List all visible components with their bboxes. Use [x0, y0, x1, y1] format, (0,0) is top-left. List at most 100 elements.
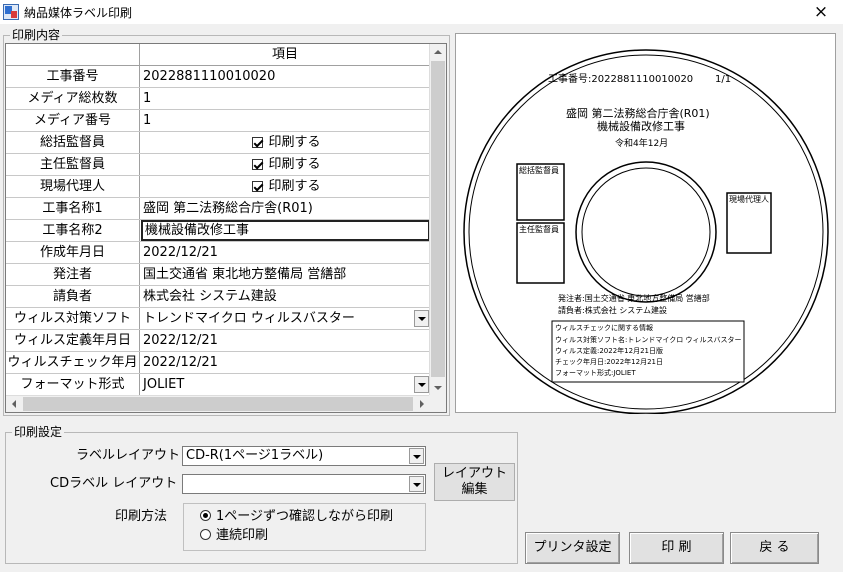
preview-check-date: チェック年月日:2022年12月21日 [555, 358, 663, 366]
table-row: メディア総枚数 1 [6, 88, 430, 110]
grid-horizontal-scrollbar[interactable] [6, 395, 430, 412]
label-layout-select[interactable]: CD-R(1ページ1ラベル) [182, 446, 426, 466]
cd-label-layout-select[interactable] [182, 474, 426, 494]
scroll-left-arrow-icon[interactable] [6, 396, 23, 412]
disc-hub-ring [575, 161, 717, 303]
radio-option-continuous[interactable]: 連続印刷 [200, 527, 268, 545]
layout-edit-line2: 編集 [461, 482, 488, 497]
row-label: ウィルスチェック年月 [6, 352, 140, 373]
printer-setup-button[interactable]: プリンタ設定 [525, 532, 620, 564]
layout-edit-button[interactable]: レイアウト 編集 [434, 463, 515, 501]
label-layout-value: CD-R(1ページ1ラベル) [186, 448, 324, 463]
row-label: メディア総枚数 [6, 88, 140, 109]
grid-header: 項目 [6, 44, 430, 66]
row-label: 発注者 [6, 264, 140, 285]
vertical-scroll-thumb[interactable] [431, 61, 445, 377]
preview-orderer: 発注者:国土交通省 東北地方整備局 営繕部 [558, 294, 710, 303]
row-value-cell[interactable]: 2022/12/21 [141, 352, 430, 373]
table-row: 現場代理人 印刷する [6, 176, 430, 198]
chevron-down-icon[interactable] [409, 448, 424, 464]
checkbox-checked-icon[interactable] [252, 159, 264, 170]
row-label: フォーマット形式 [6, 374, 140, 395]
preview-name2: 機械設備改修工事 [597, 120, 685, 133]
preview-contractor: 請負者:株式会社 システム建設 [558, 306, 667, 315]
layout-edit-line1: レイアウト [441, 466, 507, 481]
row-value-cell[interactable]: 機械設備改修工事 [141, 220, 430, 241]
row-checkbox-cell[interactable]: 印刷する [141, 132, 430, 153]
app-icon [3, 4, 19, 20]
row-label: 総括監督員 [6, 132, 140, 153]
cd-label-layout-label: CDラベル レイアウト [50, 476, 178, 491]
preview-page: 1/1 [715, 74, 732, 85]
preview-box-sokatsu-label: 総括監督員 [519, 166, 559, 175]
radio-option-confirm-each-label: 1ページずつ確認しながら印刷 [216, 509, 394, 524]
print-button[interactable]: 印 刷 [629, 532, 724, 564]
table-row: ウィルス対策ソフト トレンドマイクロ ウィルスバスター [6, 308, 430, 330]
table-row: 請負者 株式会社 システム建設 [6, 286, 430, 308]
horizontal-scroll-thumb[interactable] [23, 397, 413, 411]
table-row: 作成年月日 2022/12/21 [6, 242, 430, 264]
chevron-down-icon[interactable] [414, 310, 429, 327]
radio-selected-icon[interactable] [200, 510, 211, 521]
row-label: 作成年月日 [6, 242, 140, 263]
table-row: 工事名称1 盛岡 第二法務総合庁舎(R01) [6, 198, 430, 220]
scroll-down-arrow-icon[interactable] [430, 379, 446, 396]
preview-format: フォーマット形式:JOLIET [555, 369, 636, 377]
row-label: 請負者 [6, 286, 140, 307]
chevron-down-icon[interactable] [414, 376, 429, 393]
table-row: 工事番号 2022881110010020 [6, 66, 430, 88]
disc-hub-ring-inner [581, 167, 711, 297]
row-label: メディア番号 [6, 110, 140, 131]
row-value-cell[interactable]: 盛岡 第二法務総合庁舎(R01) [141, 198, 430, 219]
checkbox-checked-icon[interactable] [252, 137, 264, 148]
chevron-down-icon[interactable] [409, 476, 424, 492]
grid-vertical-scrollbar[interactable] [429, 44, 446, 396]
row-value-cell[interactable]: 1 [141, 88, 430, 109]
window-title: 納品媒体ラベル印刷 [24, 6, 133, 20]
table-row: ウィルスチェック年月 2022/12/21 [6, 352, 430, 374]
grid-header-corner [6, 44, 140, 65]
grid-body: 工事番号 2022881110010020 メディア総枚数 1 メディア番号 1 総括監督員… [6, 66, 430, 396]
row-value-cell[interactable]: 国土交通省 東北地方整備局 営繕部 [141, 264, 430, 285]
row-label: ウィルス定義年月日 [6, 330, 140, 351]
preview-virus-def: ウィルス定義:2022年12月21日版 [555, 347, 663, 355]
row-checkbox-cell[interactable]: 印刷する [141, 154, 430, 175]
row-value-cell[interactable]: 2022/12/21 [141, 330, 430, 351]
radio-option-confirm-each[interactable]: 1ページずつ確認しながら印刷 [200, 508, 393, 526]
cd-disc-drawing [463, 49, 829, 414]
close-button[interactable]: × [803, 0, 839, 24]
table-row: メディア番号 1 [6, 110, 430, 132]
print-content-group-label: 印刷内容 [10, 28, 63, 42]
scroll-up-arrow-icon[interactable] [430, 44, 446, 61]
preview-name1: 盛岡 第二法務総合庁舎(R01) [566, 107, 710, 120]
row-label: 工事名称1 [6, 198, 140, 219]
preview-date: 令和4年12月 [615, 139, 669, 149]
print-method-label: 印刷方法 [115, 509, 168, 524]
scroll-corner [429, 395, 446, 412]
row-dropdown-cell[interactable]: JOLIET [141, 374, 430, 395]
label-preview: 工事番号:2022881110010020 1/1 盛岡 第二法務総合庁舎(R0… [455, 33, 836, 414]
radio-unselected-icon[interactable] [200, 529, 211, 540]
row-label: 工事番号 [6, 66, 140, 87]
print-content-grid[interactable]: 項目 工事番号 2022881110010020 メディア総枚数 1 メディア番号 1 総括… [5, 43, 447, 413]
row-dropdown-cell[interactable]: トレンドマイクロ ウィルスバスター [141, 308, 430, 329]
dropdown-value: JOLIET [143, 377, 185, 392]
row-value-cell[interactable]: 2022881110010020 [141, 66, 430, 87]
grid-header-item: 項目 [271, 47, 298, 62]
checkbox-label: 印刷する [268, 157, 321, 172]
back-button[interactable]: 戻 る [730, 532, 819, 564]
print-method-radio-group: 1ページずつ確認しながら印刷 連続印刷 [183, 503, 426, 551]
row-value-cell[interactable]: 1 [141, 110, 430, 131]
preview-box-shunin-label: 主任監督員 [519, 225, 559, 234]
row-checkbox-cell[interactable]: 印刷する [141, 176, 430, 197]
checkbox-checked-icon[interactable] [252, 181, 264, 192]
row-label: 現場代理人 [6, 176, 140, 197]
checkbox-label: 印刷する [268, 179, 321, 194]
radio-option-continuous-label: 連続印刷 [216, 528, 269, 543]
preview-virus-soft: ウィルス対策ソフト名:トレンドマイクロ ウィルスバスター [555, 336, 742, 344]
scroll-right-arrow-icon[interactable] [413, 396, 430, 412]
preview-virus-title: ウィルスチェックに関する情報 [555, 324, 653, 332]
row-value-cell[interactable]: 2022/12/21 [141, 242, 430, 263]
preview-koji-no: 工事番号:2022881110010020 [548, 74, 694, 85]
row-value-cell[interactable]: 株式会社 システム建設 [141, 286, 430, 307]
